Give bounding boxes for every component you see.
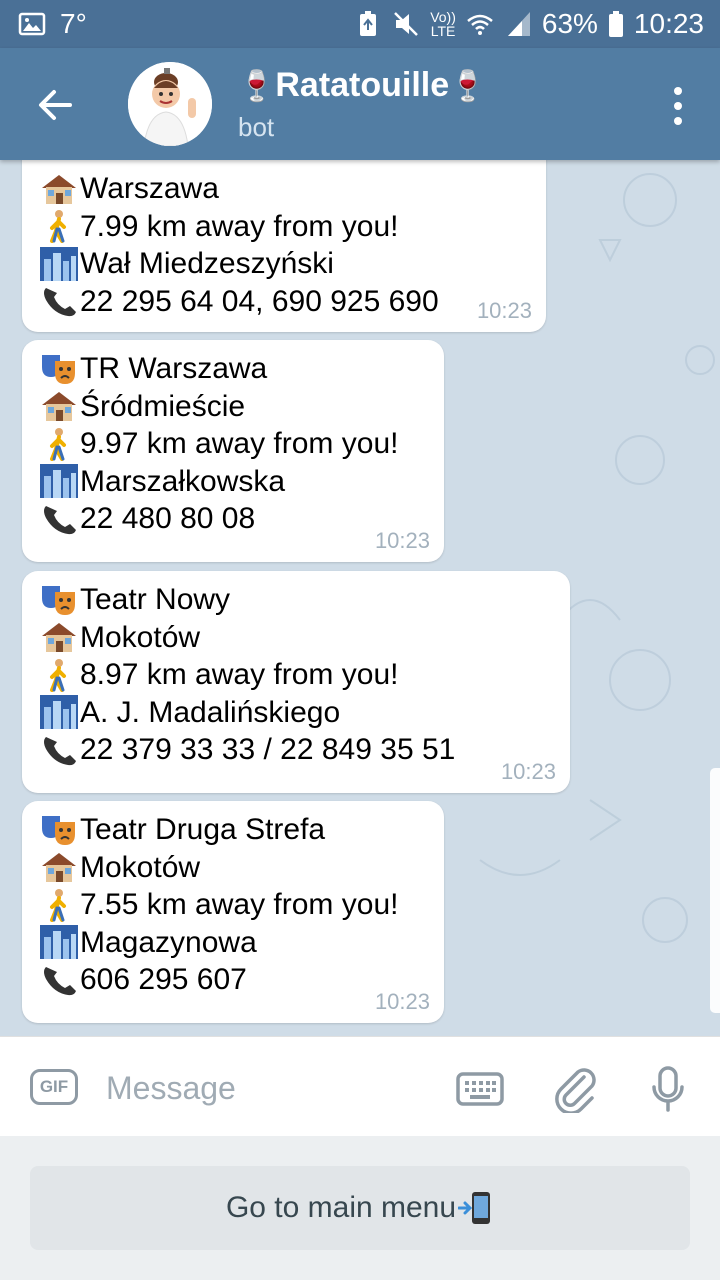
message-bubble[interactable]: Teatr Druga Strefa Mokotów 7.55 km away … xyxy=(22,801,444,1023)
more-options-icon[interactable] xyxy=(672,86,684,126)
back-arrow-icon[interactable] xyxy=(34,84,76,126)
venue-name: Teatr Nowy xyxy=(40,581,552,619)
keyboard-icon[interactable] xyxy=(456,1065,504,1113)
message-bubble[interactable]: Warszawa 7.99 km away from you! Wał Mied… xyxy=(22,160,546,332)
telephone-icon xyxy=(44,966,76,995)
house-icon xyxy=(42,174,76,204)
venue-distance: 7.99 km away from you! xyxy=(40,208,528,246)
battery-icon xyxy=(608,11,623,37)
status-bar: 7° Vo)) LTE 63% 10:23 xyxy=(0,0,720,48)
message-time: 10:23 xyxy=(476,298,532,323)
walking-person-icon xyxy=(50,658,66,692)
venue-phone: 22 480 80 08 xyxy=(40,500,426,538)
battery-percent: 63% xyxy=(541,8,598,39)
chat-header: 🍷Ratatouille🍷 bot xyxy=(0,48,720,160)
chat-subtitle: bot xyxy=(238,112,275,142)
city-icon xyxy=(40,695,78,730)
wifi-icon xyxy=(467,14,493,35)
telephone-icon xyxy=(44,505,76,534)
gif-button[interactable]: GIF xyxy=(30,1069,78,1105)
city-icon xyxy=(40,464,78,499)
venue-district: Śródmieście xyxy=(40,388,426,426)
venue-distance: 8.97 km away from you! xyxy=(40,656,552,694)
message-input-bar: GIF xyxy=(0,1036,720,1137)
go-to-main-menu-button[interactable]: Go to main menu xyxy=(30,1166,690,1250)
house-icon xyxy=(42,623,76,653)
telephone-icon xyxy=(44,736,76,765)
venue-phone: 606 295 607 xyxy=(40,961,426,999)
venue-name: Teatr Druga Strefa xyxy=(40,811,426,849)
chef-avatar-icon xyxy=(128,62,212,146)
venue-street: Marszałkowska xyxy=(40,463,426,501)
message-time: 10:23 xyxy=(500,759,556,784)
message-list[interactable]: Warszawa 7.99 km away from you! Wał Mied… xyxy=(0,160,720,1036)
microphone-icon[interactable] xyxy=(644,1065,692,1113)
gallery-icon xyxy=(18,12,46,36)
venue-distance: 9.97 km away from you! xyxy=(40,425,426,463)
venue-street: Wał Miedzeszyński xyxy=(40,245,528,283)
city-icon xyxy=(40,246,78,281)
bot-avatar[interactable] xyxy=(128,62,212,146)
mute-icon xyxy=(394,12,419,36)
wine-glass-icon: 🍷 xyxy=(238,70,276,103)
bot-keyboard: Go to main menu xyxy=(0,1136,720,1280)
venue-district: Mokotów xyxy=(40,849,426,887)
venue-district: Mokotów xyxy=(40,619,552,657)
message-time: 10:23 xyxy=(374,528,430,553)
venue-distance: 7.55 km away from you! xyxy=(40,886,426,924)
performing-arts-icon xyxy=(42,585,75,615)
house-icon xyxy=(42,392,76,422)
venue-street: A. J. Madalińskiego xyxy=(40,694,552,732)
venue-name: TR Warszawa xyxy=(40,350,426,388)
venue-phone: 22 379 33 33 / 22 849 35 51 xyxy=(40,731,552,769)
signal-icon xyxy=(507,12,530,36)
wine-glass-icon: 🍷 xyxy=(449,70,487,103)
mobile-phone-arrow-icon xyxy=(458,1192,491,1224)
message-bubble[interactable]: Teatr Nowy Mokotów 8.97 km away from you… xyxy=(22,571,570,793)
venue-phone: 22 295 64 04, 690 925 690 xyxy=(40,283,528,321)
message-line xyxy=(40,160,528,170)
message-bubble[interactable]: TR Warszawa Śródmieście 9.97 km away fro… xyxy=(22,340,444,562)
house-icon xyxy=(42,853,76,883)
battery-saver-icon xyxy=(360,11,377,36)
venue-street: Magazynowa xyxy=(40,924,426,962)
walking-person-icon xyxy=(50,427,66,461)
city-icon xyxy=(40,925,78,960)
network-type: Vo)) LTE xyxy=(430,9,456,39)
attach-icon[interactable] xyxy=(552,1065,600,1113)
chat-title: 🍷Ratatouille🍷 xyxy=(238,66,487,104)
performing-arts-icon xyxy=(42,815,75,845)
message-time: 10:23 xyxy=(374,989,430,1014)
walking-person-icon xyxy=(50,888,66,922)
scrollbar[interactable] xyxy=(710,768,720,1013)
telephone-icon xyxy=(44,288,76,317)
clock: 10:23 xyxy=(633,8,704,39)
venue-district: Warszawa xyxy=(40,170,528,208)
walking-person-icon xyxy=(50,210,66,244)
performing-arts-icon xyxy=(42,354,75,384)
message-input[interactable] xyxy=(104,1065,428,1111)
temperature: 7° xyxy=(60,8,87,39)
main-menu-label: Go to main menu xyxy=(225,1191,457,1224)
